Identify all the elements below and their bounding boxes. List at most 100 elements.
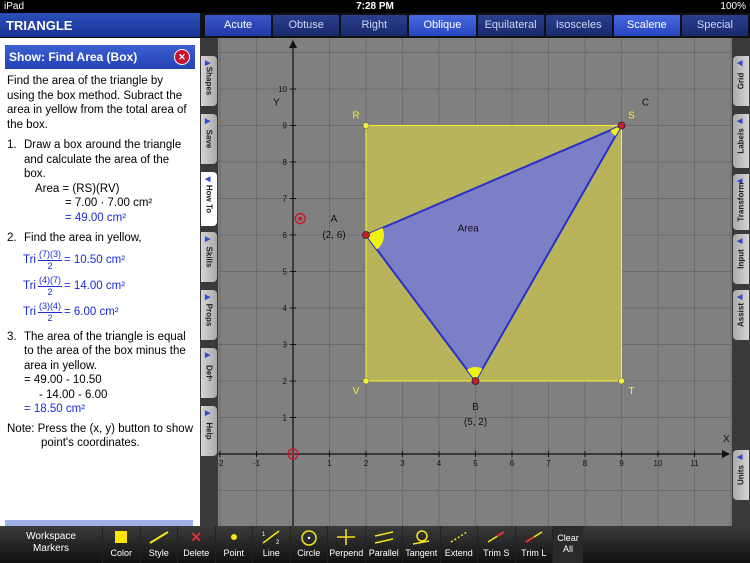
tab-how-to[interactable]: ◀ How To [201, 172, 217, 226]
circle-icon [301, 530, 317, 546]
tri-label: Tri [23, 253, 36, 266]
tab-special[interactable]: Special [681, 15, 748, 36]
arrow-icon: ◀ [737, 238, 743, 245]
triangle-type-tabs: Acute Obtuse Right Oblique Equilateral I… [200, 13, 750, 38]
side-tab-label: Props [204, 303, 214, 327]
panel-body: Find the area of the triangle by using t… [0, 69, 200, 456]
y-tick-label: 3 [283, 341, 288, 350]
tab-input[interactable]: ◀ Input [733, 234, 749, 284]
trim-l-icon [525, 531, 543, 543]
delete-x-icon: ✕ [190, 528, 203, 545]
clock: 7:28 PM [356, 1, 394, 12]
tab-shapes[interactable]: ▶ Shapes [201, 56, 217, 106]
x-tick-label: 6 [510, 459, 515, 468]
arrow-icon: ◀ [737, 294, 743, 301]
point-a-label: A [331, 214, 338, 225]
extend-button[interactable]: Extend [441, 526, 478, 563]
workspace-markers-button[interactable]: Workspace Markers [0, 526, 103, 563]
style-button[interactable]: Style [141, 526, 178, 563]
right-side-tabs: ◀ Grid ◀ Labels ◀ Transform ◀ Input ◀ Assist … [732, 38, 750, 526]
side-tab-label: How To [204, 184, 214, 214]
clear-all-button[interactable]: Clear All [553, 526, 583, 563]
side-tab-label: Labels [736, 128, 746, 154]
box-label-v: V [353, 386, 360, 397]
clear-label: All [562, 544, 573, 554]
graph-canvas[interactable]: -2-1123456789101112345678910YXRSVTA(2, 6… [183, 15, 732, 528]
area-label: Area [458, 223, 480, 234]
x-tick-label: 5 [473, 459, 478, 468]
arrow-icon: ▶ [205, 236, 211, 243]
tab-scalene[interactable]: Scalene [613, 15, 680, 36]
tab-props[interactable]: ▶ Props [201, 290, 217, 340]
tab-isosceles[interactable]: Isosceles [545, 15, 612, 36]
side-tab-label: Assist [736, 302, 746, 328]
left-side-tabs: ▶ Shapes ▶ Save ◀ How To ▶ Skills ▶ Props ▶ De… [200, 38, 218, 526]
x-tick-label: 9 [619, 459, 624, 468]
tab-oblique[interactable]: Oblique [409, 15, 476, 36]
tab-right[interactable]: Right [341, 15, 408, 36]
arrow-icon: ▶ [205, 294, 211, 301]
perpendicular-button[interactable]: Perpend [328, 526, 366, 563]
coordinate-plane[interactable]: -2-1123456789101112345678910YXRSVTA(2, 6… [183, 15, 732, 528]
trim-s-button[interactable]: Trim S [478, 526, 516, 563]
tangent-button[interactable]: Tangent [403, 526, 441, 563]
origin-marker-dot [291, 452, 295, 456]
parallel-button[interactable]: Parallel [366, 526, 403, 563]
step-text: Draw a box around the triangle and calcu… [24, 139, 182, 180]
style-line-icon [149, 531, 169, 544]
step-number: 2. [7, 232, 17, 244]
tab-assist[interactable]: ◀ Assist [733, 290, 749, 340]
line-icon: 12 [262, 530, 280, 546]
tab-equilateral[interactable]: Equilateral [477, 15, 544, 36]
x-tick-label: 11 [690, 459, 699, 468]
ws-label: Workspace [26, 531, 76, 542]
point-icon [230, 534, 237, 540]
step-1: 1. Draw a box around the triangle and ca… [7, 138, 193, 182]
tab-acute[interactable]: Acute [205, 15, 272, 36]
y-tick-label: 8 [283, 158, 288, 167]
y-tick-label: 1 [283, 414, 288, 423]
tab-grid[interactable]: ◀ Grid [733, 56, 749, 106]
trim-l-button[interactable]: Trim L [516, 526, 553, 563]
fraction: (7)(3) 2 [37, 248, 62, 272]
tab-units[interactable]: ◀ Units [733, 450, 749, 500]
tab-definition[interactable]: ▶ Defⁿ [201, 348, 217, 398]
tab-obtuse[interactable]: Obtuse [273, 15, 340, 36]
tri-label: Tri [23, 279, 36, 292]
equation: - 14.00 - 6.00 [39, 388, 108, 401]
x-tick-label: 4 [437, 459, 442, 468]
color-square-icon [115, 531, 128, 543]
tab-help[interactable]: ▶ Help [201, 406, 217, 456]
point-button[interactable]: Point [216, 526, 253, 563]
side-tab-label: Save [204, 129, 214, 149]
intro-text: Find the area of the triangle by using t… [7, 75, 187, 131]
svg-text:2: 2 [276, 540, 280, 546]
tab-transform[interactable]: ◀ Transform [733, 174, 749, 230]
fraction: (4)(7) 2 [37, 275, 62, 298]
denominator: 2 [47, 286, 53, 297]
line-button[interactable]: 1 2 Line [253, 526, 291, 563]
status-bar: iPad 7:28 PM 100% [0, 0, 750, 13]
x-circle-icon[interactable]: ✕ [174, 49, 190, 65]
tab-labels[interactable]: ◀ Labels [733, 114, 749, 168]
tab-skills[interactable]: ▶ Skills [201, 232, 217, 282]
numerator: (7)(3) [37, 248, 62, 261]
tangent-icon [413, 530, 430, 545]
denominator: 2 [47, 312, 53, 323]
tool-label: Trim S [483, 548, 510, 558]
triangle-area-3: Tri (3)(4) 2 = 6.00 cm² [23, 301, 193, 324]
trim-s-icon [487, 531, 505, 543]
y-axis-arrow [289, 40, 297, 48]
x-tick-label: 2 [364, 459, 369, 468]
box-vertex-v [362, 377, 370, 385]
tab-save[interactable]: ▶ Save [201, 114, 217, 164]
tool-label: Line [262, 548, 280, 558]
circle-button[interactable]: Circle [291, 526, 328, 563]
fraction: (3)(4) 2 [37, 301, 62, 324]
side-tab-label: Grid [736, 72, 746, 90]
box-vertex-t [618, 377, 625, 385]
step-number: 3. [7, 330, 17, 343]
delete-button[interactable]: ✕ Delete [178, 526, 216, 563]
color-button[interactable]: Color [103, 526, 141, 563]
app-title: TRIANGLE [0, 13, 200, 38]
